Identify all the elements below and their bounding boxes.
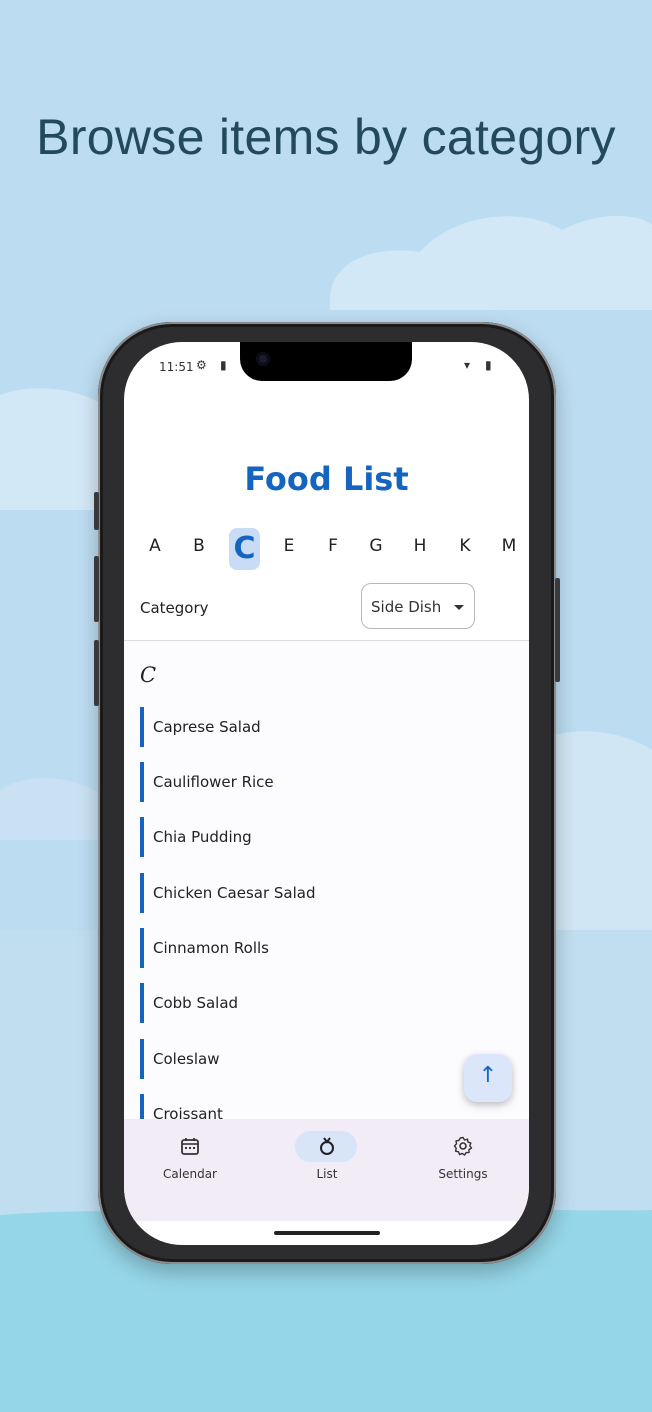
list-item-label: Cauliflower Rice [153,773,274,791]
nav-list[interactable]: List [272,1119,382,1221]
letter-c-selected[interactable]: C [229,528,260,570]
letter-e[interactable]: E [274,536,304,556]
list-item-label: Caprese Salad [153,718,261,736]
list-item[interactable]: Chicken Caesar Salad [140,873,520,913]
battery-status-icon: ▮ [485,358,492,372]
letter-k[interactable]: K [450,536,480,556]
letter-g[interactable]: G [361,536,391,556]
nav-label-settings: Settings [438,1167,488,1181]
list-item[interactable]: Coleslaw [140,1039,520,1079]
item-accent-bar [140,928,144,968]
food-list[interactable]: C Caprese Salad Cauliflower Rice Chia Pu… [124,641,529,1119]
letter-index-bar: A B C E F G H K M [132,528,529,572]
item-accent-bar [140,707,144,747]
calendar-icon [135,1136,245,1161]
list-item-label: Chicken Caesar Salad [153,884,316,902]
nav-label-calendar: Calendar [163,1167,217,1181]
side-button [94,492,99,530]
category-dropdown-value: Side Dish [371,598,442,616]
letter-h[interactable]: H [405,536,435,556]
gear-icon [408,1136,518,1161]
volume-up-button [94,556,99,622]
item-accent-bar [140,983,144,1023]
front-camera-icon [256,352,270,366]
home-indicator[interactable] [274,1231,380,1235]
item-accent-bar [140,762,144,802]
promo-headline: Browse items by category [36,109,616,165]
bottom-navigation: Calendar List Settings [124,1119,529,1221]
wifi-status-icon: ▾ [464,358,471,372]
sim-status-icon: ▮ [220,358,227,372]
list-item-label: Croissant [153,1105,223,1119]
list-item[interactable]: Caprese Salad [140,707,520,747]
item-accent-bar [140,873,144,913]
item-accent-bar [140,1094,144,1119]
list-item[interactable]: Cauliflower Rice [140,762,520,802]
list-item[interactable]: Cobb Salad [140,983,520,1023]
settings-status-icon: ⚙ [196,358,207,372]
list-item-label: Cinnamon Rolls [153,939,269,957]
list-item[interactable]: Chia Pudding [140,817,520,857]
arrow-up-icon: ↑ [478,1063,498,1088]
power-button [555,578,560,682]
nav-calendar[interactable]: Calendar [135,1119,245,1221]
list-item[interactable]: Croissant [140,1094,520,1119]
letter-m[interactable]: M [494,536,524,556]
food-list-icon [272,1136,382,1161]
item-accent-bar [140,817,144,857]
letter-b[interactable]: B [184,536,214,556]
letter-f[interactable]: F [318,536,348,556]
category-dropdown[interactable]: Side Dish [361,583,475,629]
nav-settings[interactable]: Settings [408,1119,518,1221]
status-time: 11:51 [159,360,194,374]
volume-down-button [94,640,99,706]
category-label: Category [140,599,209,617]
page-title: Food List [244,460,409,498]
scroll-to-top-button[interactable]: ↑ [464,1054,512,1102]
nav-label-list: List [316,1167,338,1181]
dropdown-caret-icon [454,605,464,610]
list-item-label: Chia Pudding [153,828,252,846]
list-item-label: Coleslaw [153,1050,220,1068]
list-item[interactable]: Cinnamon Rolls [140,928,520,968]
camera-notch [240,342,412,381]
phone-screen: 11:51 ⚙ ▮ ▾ ▮ Food List A B C E F G H K … [124,342,529,1245]
item-accent-bar [140,1039,144,1079]
list-item-label: Cobb Salad [153,994,239,1012]
letter-a[interactable]: A [140,536,170,556]
section-header: C [140,663,157,687]
